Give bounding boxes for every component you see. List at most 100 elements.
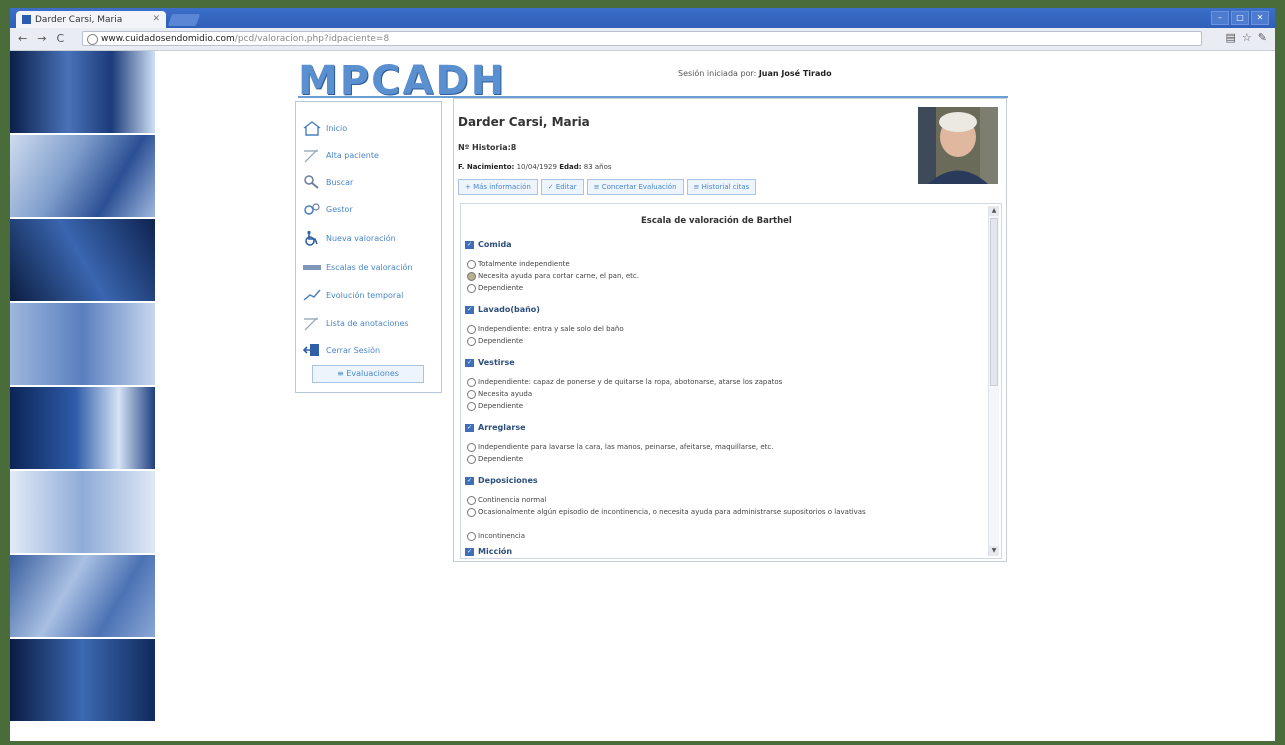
option-label: Totalmente independiente [478,260,570,268]
category-icon: ✓ [465,476,474,485]
option-label: Necesita ayuda [478,390,533,398]
option-radio[interactable]: Ocasionalmente algún episodio de inconti… [467,507,967,517]
radio-icon[interactable] [467,496,476,505]
menu-item-nueva-valoracion[interactable]: Nueva valoración [302,230,396,246]
option-label: Dependiente [478,402,524,410]
category-label: Micción [478,547,513,556]
category-miccion: ✓ Micción [465,547,512,556]
option-radio[interactable]: Dependiente [467,401,967,411]
radio-icon[interactable] [467,325,476,334]
gears-icon [304,203,320,215]
radio-selected-icon[interactable] [467,272,476,281]
radio-icon[interactable] [467,337,476,346]
option-radio[interactable]: Independiente: entra y sale solo del bañ… [467,324,967,334]
menu-item-gestor[interactable]: Gestor [302,201,353,217]
scroll-up-icon[interactable]: ▲ [989,206,999,216]
side-menu: Inicio Alta paciente Buscar Gestor Nueva… [295,101,442,393]
scale-icon [303,265,321,270]
radio-icon[interactable] [467,260,476,269]
option-radio[interactable]: Dependiente [467,336,967,346]
category-comida: ✓ Comida [465,240,512,249]
window-controls: – □ ✕ [1211,11,1269,25]
schedule-evaluation-button[interactable]: ≡ Concertar Evaluación [586,179,684,195]
radio-icon[interactable] [467,532,476,541]
category-lavado: ✓ Lavado(baño) [465,305,540,314]
bookmark-star-icon[interactable]: ☆ [1242,31,1252,44]
more-info-button[interactable]: + Más información [458,179,538,195]
birth-value: 10/04/1929 [516,163,557,171]
option-radio[interactable]: Dependiente [467,283,967,293]
nav-buttons: ← → C [18,32,64,45]
decorative-photo [10,219,155,301]
scroll-down-icon[interactable]: ▼ [989,546,999,556]
evaluations-button[interactable]: ≡ Evaluaciones [312,365,424,383]
browser-tab[interactable]: Darder Carsi, Maria ✕ [16,11,166,28]
scroll-thumb[interactable] [990,218,998,386]
edit-button[interactable]: ✓ Editar [540,179,584,195]
decorative-photo [10,135,155,217]
new-tab-button[interactable] [167,14,201,26]
category-icon: ✓ [465,547,474,556]
option-radio[interactable]: Incontinencia [467,531,967,541]
scrollbar[interactable]: ▲ ▼ [988,206,999,556]
category-label: Comida [478,240,512,249]
maximize-icon[interactable]: □ [1231,11,1249,25]
menu-item-evolucion[interactable]: Evolución temporal [302,287,403,303]
home-icon [303,121,321,136]
reload-icon[interactable]: C [56,32,64,45]
category-icon: ✓ [465,305,474,314]
option-label: Dependiente [478,284,524,292]
chart-icon [303,289,321,301]
menu-item-label: Cerrar Sesión [326,345,381,355]
option-radio[interactable]: Continencia normal [467,495,967,505]
wheelchair-icon [305,230,318,246]
category-deposiciones: ✓ Deposiciones [465,476,538,485]
appointment-history-button[interactable]: ≡ Historial citas [686,179,757,195]
option-radio[interactable]: Totalmente independiente [467,259,967,269]
radio-icon[interactable] [467,390,476,399]
pen-icon [304,317,318,331]
menu-item-label: Inicio [326,123,348,133]
menu-item-alta-paciente[interactable]: Alta paciente [302,147,379,163]
patient-photo [918,107,998,184]
wrench-icon[interactable]: ✎ [1258,31,1267,44]
patient-history: Nº Historia:8 [458,143,517,152]
menu-item-label: Lista de anotaciones [326,318,409,328]
forward-icon[interactable]: → [37,32,46,45]
option-radio[interactable]: Dependiente [467,454,967,464]
menu-item-inicio[interactable]: Inicio [302,120,347,136]
radio-icon[interactable] [467,402,476,411]
scale-title: Escala de valoración de Barthel [641,216,792,226]
radio-icon[interactable] [467,508,476,517]
page-icon[interactable]: ▤ [1226,31,1236,44]
menu-item-label: Evolución temporal [326,290,404,300]
radio-icon[interactable] [467,284,476,293]
menu-item-buscar[interactable]: Buscar [302,174,353,190]
option-radio[interactable]: Independiente: capaz de ponerse y de qui… [467,377,967,387]
option-radio[interactable]: Necesita ayuda para cortar carne, el pan… [467,271,967,281]
url-host: www.cuidadosendomidio.com [101,34,235,44]
browser-window: Darder Carsi, Maria ✕ – □ ✕ ← → C www.cu… [10,8,1275,741]
option-label: Continencia normal [478,496,547,504]
radio-icon[interactable] [467,378,476,387]
close-window-icon[interactable]: ✕ [1251,11,1269,25]
option-radio[interactable]: Independiente para lavarse la cara, las … [467,442,967,452]
category-icon: ✓ [465,423,474,432]
menu-item-cerrar-sesion[interactable]: Cerrar Sesión [302,342,380,358]
page-info-icon[interactable] [87,34,98,45]
magnifier-icon [304,175,319,189]
menu-item-anotaciones[interactable]: Lista de anotaciones [302,315,409,331]
menu-item-label: Gestor [326,204,353,214]
close-tab-icon[interactable]: ✕ [152,14,160,24]
url-field[interactable]: www.cuidadosendomidio.com/pcd/valoracion… [82,31,1202,46]
pen-icon [304,149,318,163]
photo-strip [10,51,155,741]
age-label: Edad: [559,163,582,171]
radio-icon[interactable] [467,455,476,464]
radio-icon[interactable] [467,443,476,452]
back-icon[interactable]: ← [18,32,27,45]
menu-item-escalas[interactable]: Escalas de valoración [302,259,412,275]
option-radio[interactable]: Necesita ayuda [467,389,967,399]
session-label: Sesión iniciada por: [678,69,757,78]
minimize-icon[interactable]: – [1211,11,1229,25]
